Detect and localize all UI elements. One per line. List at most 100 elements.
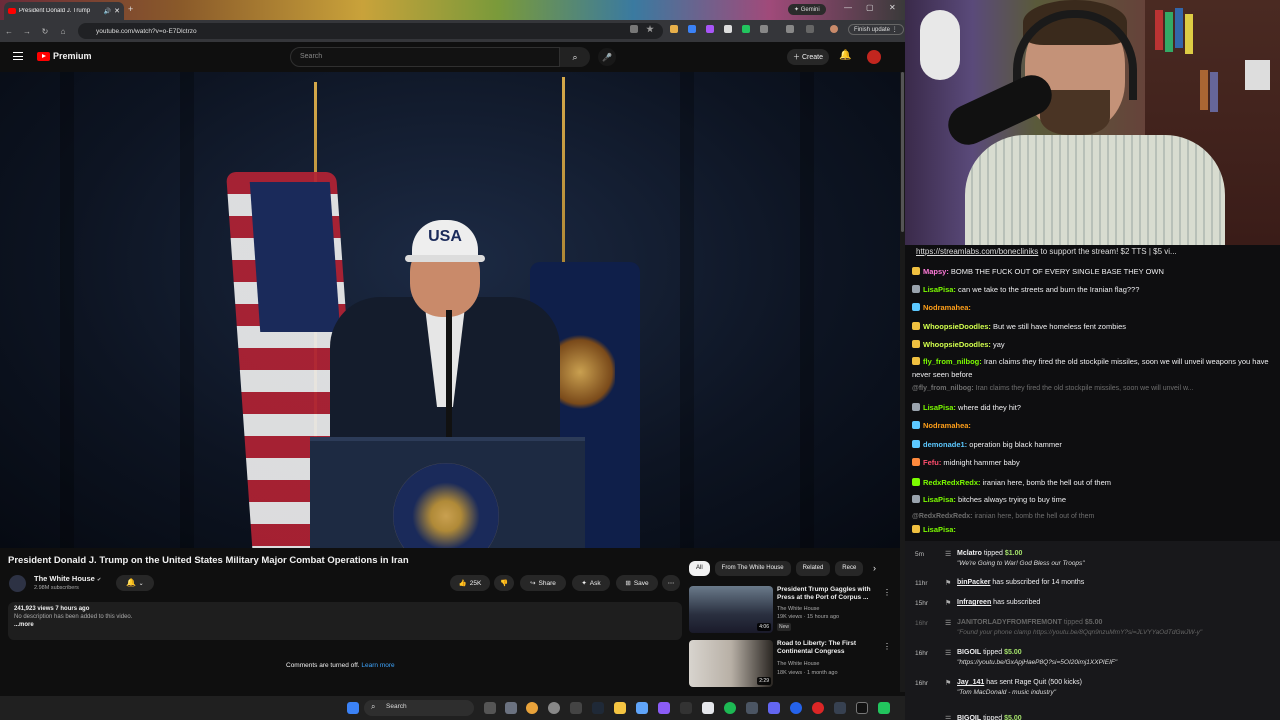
chip-from-channel[interactable]: From The White House: [714, 561, 791, 576]
kebab-menu-icon[interactable]: ⋮: [883, 642, 891, 651]
event-username[interactable]: BIGOIL: [957, 649, 981, 656]
chrome-icon[interactable]: [526, 702, 538, 714]
taskbar-app-icon[interactable]: [636, 702, 648, 714]
address-bar[interactable]: youtube.com/watch?v=o-E7Dlctrzo: [78, 23, 663, 39]
minimize-icon[interactable]: —: [844, 3, 852, 12]
taskbar-app-icon[interactable]: [878, 702, 890, 714]
chat-username[interactable]: LisaPisa:: [923, 285, 956, 294]
file-explorer-icon[interactable]: [614, 702, 626, 714]
chip-all[interactable]: All: [689, 561, 710, 576]
download-icon[interactable]: [806, 25, 814, 33]
ask-button[interactable]: ✦ Ask: [572, 575, 610, 591]
video-player[interactable]: USA: [0, 72, 900, 548]
back-icon[interactable]: ←: [0, 27, 18, 36]
profile-avatar[interactable]: [830, 25, 838, 33]
reload-icon[interactable]: ↻: [36, 27, 54, 36]
video-thumbnail[interactable]: 4:06: [689, 586, 773, 633]
chat-username[interactable]: Nodramahea:: [923, 303, 971, 312]
event-username[interactable]: Jay_141: [957, 679, 984, 686]
scrollbar-thumb[interactable]: [901, 72, 904, 232]
chip-related[interactable]: Related: [795, 561, 831, 576]
show-more-link[interactable]: ...more: [14, 622, 676, 628]
taskbar-app-icon[interactable]: [834, 702, 846, 714]
like-button[interactable]: 👍 25K: [450, 575, 490, 591]
kebab-menu-icon[interactable]: ⋮: [883, 588, 891, 597]
share-button[interactable]: ↪ Share: [520, 575, 566, 591]
home-icon[interactable]: ⌂: [54, 27, 72, 36]
maximize-icon[interactable]: ▢: [866, 3, 874, 12]
search-input[interactable]: Search: [290, 47, 560, 67]
subscribed-bell-button[interactable]: 🔔 ⌄: [116, 575, 154, 591]
split-view-icon[interactable]: [786, 25, 794, 33]
taskbar-app-icon[interactable]: [548, 702, 560, 714]
extension-icon[interactable]: [724, 25, 732, 33]
youtube-logo[interactable]: Premium: [37, 51, 92, 61]
taskbar-app-icon[interactable]: [768, 702, 780, 714]
search-button[interactable]: ⌕: [560, 47, 590, 67]
windows-start-icon[interactable]: [347, 702, 359, 714]
chat-username[interactable]: RedxRedxRedx:: [923, 478, 981, 487]
recommended-video[interactable]: 4:06 President Trump Gaggles with Press …: [689, 586, 891, 634]
chat-username[interactable]: Nodramahea:: [923, 421, 971, 430]
chip-recent[interactable]: Rece: [835, 561, 864, 576]
chat-username[interactable]: WhoopsieDoodles:: [923, 340, 991, 349]
taskbar-app-icon[interactable]: [746, 702, 758, 714]
tab-close-icon[interactable]: ✕: [114, 7, 120, 15]
taskbar-app-icon[interactable]: [505, 702, 517, 714]
tab-audio-icon[interactable]: 🔊: [104, 8, 111, 15]
cast-icon[interactable]: [630, 25, 638, 33]
window-close-icon[interactable]: ✕: [889, 3, 896, 12]
finish-update-button[interactable]: Finish update ⋮: [848, 24, 904, 35]
taskbar-search[interactable]: ⌕ Search: [364, 700, 474, 716]
more-actions-button[interactable]: ⋯: [662, 575, 680, 591]
taskbar-app-icon[interactable]: [658, 702, 670, 714]
spotify-icon[interactable]: [724, 702, 736, 714]
event-username[interactable]: BIGOIL: [957, 715, 981, 720]
recommended-video[interactable]: 2:29 Road to Liberty: The First Continen…: [689, 640, 891, 688]
forward-icon[interactable]: →: [18, 27, 36, 36]
hamburger-menu-icon[interactable]: [13, 52, 23, 63]
channel-avatar[interactable]: [9, 575, 26, 592]
taskbar-app-icon[interactable]: [790, 702, 802, 714]
recommended-title[interactable]: President Trump Gaggles with Press at th…: [777, 586, 879, 602]
notifications-bell-icon[interactable]: 🔔: [839, 50, 851, 61]
chat-username[interactable]: @RedxRedxRedx:: [912, 513, 973, 520]
extensions-puzzle-icon[interactable]: [760, 25, 768, 33]
create-button[interactable]: ＋ Create: [787, 49, 829, 65]
browser-tab-youtube[interactable]: President Donald J. Trump 🔊 ✕: [4, 2, 124, 20]
taskbar-app-icon[interactable]: [592, 702, 604, 714]
chat-username[interactable]: Fefu:: [923, 458, 941, 467]
save-button[interactable]: ⊞ Save: [616, 575, 658, 591]
extension-icon[interactable]: [706, 25, 714, 33]
recommended-title[interactable]: Road to Liberty: The First Continental C…: [777, 640, 879, 656]
extension-icon[interactable]: [742, 25, 750, 33]
chat-username[interactable]: demonade1:: [923, 440, 967, 449]
task-view-icon[interactable]: [484, 702, 496, 714]
extension-icon[interactable]: [670, 25, 678, 33]
video-thumbnail[interactable]: 2:29: [689, 640, 773, 687]
chat-username[interactable]: LisaPisa:: [923, 403, 956, 412]
chat-username[interactable]: WhoopsieDoodles:: [923, 322, 991, 331]
taskbar-app-icon[interactable]: [702, 702, 714, 714]
chat-username[interactable]: LisaPisa:: [923, 495, 956, 504]
event-username[interactable]: JANITORLADYFROMFREMONT: [957, 619, 1062, 626]
taskbar-app-icon[interactable]: [570, 702, 582, 714]
chat-username[interactable]: Mapsy:: [923, 267, 949, 276]
taskbar-app-icon[interactable]: [812, 702, 824, 714]
taskbar-app-icon[interactable]: [680, 702, 692, 714]
chips-next-chevron-icon[interactable]: ›: [873, 563, 876, 573]
chat-username[interactable]: fly_from_nilbog:: [923, 357, 982, 366]
event-username[interactable]: binPacker: [957, 579, 990, 586]
new-tab-icon[interactable]: +: [128, 4, 133, 14]
dislike-button[interactable]: 👎: [494, 575, 514, 591]
chat-username[interactable]: @fly_from_nilbog:: [912, 385, 974, 392]
learn-more-link[interactable]: Learn more: [361, 662, 394, 669]
extension-icon[interactable]: [688, 25, 696, 33]
chat-username[interactable]: LisaPisa:: [923, 525, 956, 534]
account-avatar[interactable]: [867, 50, 881, 64]
channel-name[interactable]: The White House ✔: [34, 574, 101, 583]
streamlabs-link[interactable]: https://streamlabs.com/bonecliniks: [916, 247, 1038, 256]
voice-search-button[interactable]: 🎤: [598, 48, 616, 66]
taskbar-app-icon[interactable]: [856, 702, 868, 714]
gemini-button[interactable]: ✦ Gemini: [788, 4, 826, 15]
